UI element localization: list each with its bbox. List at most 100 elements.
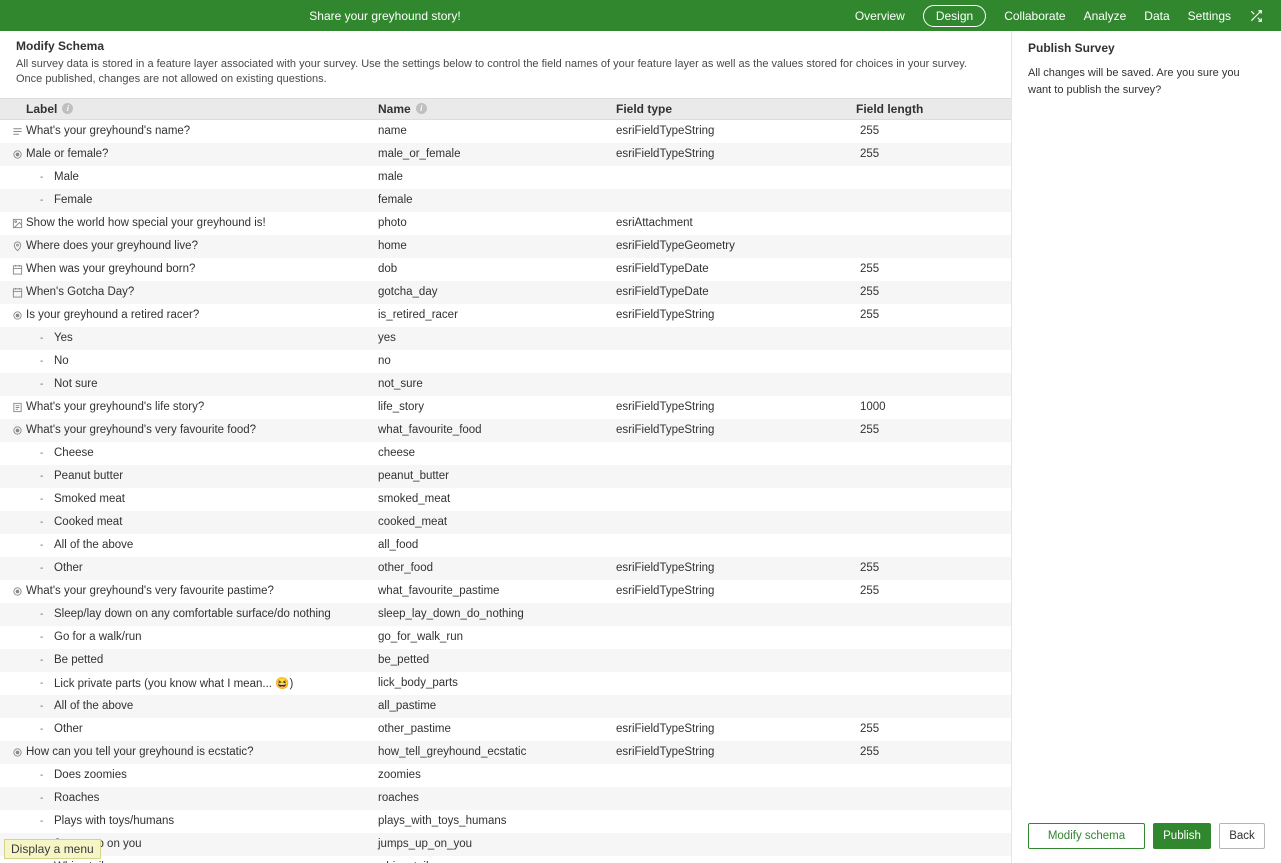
table-row[interactable]: -Go for a walk/rungo_for_walk_run	[0, 626, 1011, 649]
row-label-text: What's your greyhound's name?	[26, 125, 190, 137]
row-name[interactable]: peanut_butter	[378, 470, 616, 482]
row-name[interactable]: female	[378, 194, 616, 206]
table-row[interactable]: -Not surenot_sure	[0, 373, 1011, 396]
publish-button[interactable]: Publish	[1153, 823, 1211, 849]
row-label-text: All of the above	[54, 700, 133, 712]
table-row[interactable]: -Nono	[0, 350, 1011, 373]
row-name[interactable]: no	[378, 355, 616, 367]
row-name[interactable]: jumps_up_on_you	[378, 838, 616, 850]
table-row[interactable]: -Whips tailwhips_tail	[0, 856, 1011, 863]
row-name[interactable]: photo	[378, 217, 616, 229]
nav-settings[interactable]: Settings	[1188, 9, 1231, 23]
modify-schema-button[interactable]: Modify schema	[1028, 823, 1145, 849]
row-name[interactable]: is_retired_racer	[378, 309, 616, 321]
table-row[interactable]: -Peanut butterpeanut_butter	[0, 465, 1011, 488]
table-row[interactable]: When's Gotcha Day?gotcha_dayesriFieldTyp…	[0, 281, 1011, 304]
nav-analyze[interactable]: Analyze	[1084, 9, 1127, 23]
table-row[interactable]: -Otherother_foodesriFieldTypeString255	[0, 557, 1011, 580]
table-row[interactable]: -All of the above all_pastime	[0, 695, 1011, 718]
table-row[interactable]: -Yesyes	[0, 327, 1011, 350]
nav-design[interactable]: Design	[923, 5, 986, 27]
table-row[interactable]: Show the world how special your greyhoun…	[0, 212, 1011, 235]
table-row[interactable]: -Jumps up on youjumps_up_on_you	[0, 833, 1011, 856]
table-row[interactable]: -Roachesroaches	[0, 787, 1011, 810]
table-row[interactable]: -All of the aboveall_food	[0, 534, 1011, 557]
row-name[interactable]: cooked_meat	[378, 516, 616, 528]
row-field-length[interactable]: 255	[856, 746, 1011, 758]
table-row[interactable]: Where does your greyhound live?homeesriF…	[0, 235, 1011, 258]
bullet-icon: -	[40, 701, 46, 712]
table-row[interactable]: -Lick private parts (you know what I mea…	[0, 672, 1011, 695]
table-row[interactable]: -Be pettedbe_petted	[0, 649, 1011, 672]
table-row[interactable]: -Malemale	[0, 166, 1011, 189]
table-row[interactable]: Male or female?male_or_femaleesriFieldTy…	[0, 143, 1011, 166]
table-row[interactable]: When was your greyhound born?dobesriFiel…	[0, 258, 1011, 281]
row-name[interactable]: all_pastime	[378, 700, 616, 712]
row-name[interactable]: zoomies	[378, 769, 616, 781]
row-field-length[interactable]: 255	[856, 585, 1011, 597]
table-row[interactable]: -Cooked meatcooked_meat	[0, 511, 1011, 534]
row-name[interactable]: dob	[378, 263, 616, 275]
table-row[interactable]: -Sleep/lay down on any comfortable surfa…	[0, 603, 1011, 626]
row-label: -Does zoomies	[0, 769, 378, 781]
table-row[interactable]: -Otherother_pastimeesriFieldTypeString25…	[0, 718, 1011, 741]
table-row[interactable]: What's your greyhound's name?nameesriFie…	[0, 120, 1011, 143]
row-label-text: Male	[54, 171, 79, 183]
row-name[interactable]: plays_with_toys_humans	[378, 815, 616, 827]
row-label-text: Peanut butter	[54, 470, 123, 482]
row-name[interactable]: other_pastime	[378, 723, 616, 735]
table-row[interactable]: -Does zoomieszoomies	[0, 764, 1011, 787]
nav-collaborate[interactable]: Collaborate	[1004, 9, 1065, 23]
row-name[interactable]: smoked_meat	[378, 493, 616, 505]
row-name[interactable]: go_for_walk_run	[378, 631, 616, 643]
nav-data[interactable]: Data	[1144, 9, 1169, 23]
row-field-length[interactable]: 255	[856, 286, 1011, 298]
table-row[interactable]: -Smoked meatsmoked_meat	[0, 488, 1011, 511]
row-name[interactable]: what_favourite_pastime	[378, 585, 616, 597]
row-field-length[interactable]: 255	[856, 562, 1011, 574]
header-field-length: Field length	[856, 102, 1011, 116]
shuffle-icon[interactable]	[1249, 9, 1263, 23]
row-name[interactable]: male	[378, 171, 616, 183]
row-name[interactable]: male_or_female	[378, 148, 616, 160]
row-name[interactable]: gotcha_day	[378, 286, 616, 298]
row-name[interactable]: life_story	[378, 401, 616, 413]
row-name[interactable]: other_food	[378, 562, 616, 574]
row-name[interactable]: yes	[378, 332, 616, 344]
table-row[interactable]: Is your greyhound a retired racer?is_ret…	[0, 304, 1011, 327]
row-name[interactable]: what_favourite_food	[378, 424, 616, 436]
info-icon[interactable]: i	[62, 103, 73, 114]
table-row[interactable]: What's your greyhound's life story?life_…	[0, 396, 1011, 419]
row-field-length[interactable]: 1000	[856, 401, 1011, 413]
row-name[interactable]: roaches	[378, 792, 616, 804]
row-name[interactable]: all_food	[378, 539, 616, 551]
table-row[interactable]: -Cheesecheese	[0, 442, 1011, 465]
row-field-length[interactable]: 255	[856, 263, 1011, 275]
row-name[interactable]: how_tell_greyhound_ecstatic	[378, 746, 616, 758]
row-name[interactable]: sleep_lay_down_do_nothing	[378, 608, 616, 620]
row-field-length[interactable]: 255	[856, 723, 1011, 735]
table-row[interactable]: What's your greyhound's very favourite f…	[0, 419, 1011, 442]
row-name[interactable]: be_petted	[378, 654, 616, 666]
table-row[interactable]: -Plays with toys/humansplays_with_toys_h…	[0, 810, 1011, 833]
table-row[interactable]: How can you tell your greyhound is ecsta…	[0, 741, 1011, 764]
row-name[interactable]: lick_body_parts	[378, 677, 616, 689]
nav-overview[interactable]: Overview	[855, 9, 905, 23]
date-icon	[11, 263, 23, 275]
row-name[interactable]: home	[378, 240, 616, 252]
header-name: Name i	[378, 102, 616, 116]
info-icon[interactable]: i	[416, 103, 427, 114]
row-name[interactable]: not_sure	[378, 378, 616, 390]
row-field-type: esriAttachment	[616, 217, 856, 229]
back-button[interactable]: Back	[1219, 823, 1265, 849]
row-field-length[interactable]: 255	[856, 424, 1011, 436]
table-row[interactable]: What's your greyhound's very favourite p…	[0, 580, 1011, 603]
row-field-length[interactable]: 255	[856, 125, 1011, 137]
row-name[interactable]: cheese	[378, 447, 616, 459]
table-row[interactable]: -Femalefemale	[0, 189, 1011, 212]
row-field-length[interactable]: 255	[856, 148, 1011, 160]
row-field-type: esriFieldTypeDate	[616, 286, 856, 298]
row-field-length[interactable]: 255	[856, 309, 1011, 321]
row-name[interactable]: name	[378, 125, 616, 137]
row-label: Is your greyhound a retired racer?	[0, 309, 378, 321]
